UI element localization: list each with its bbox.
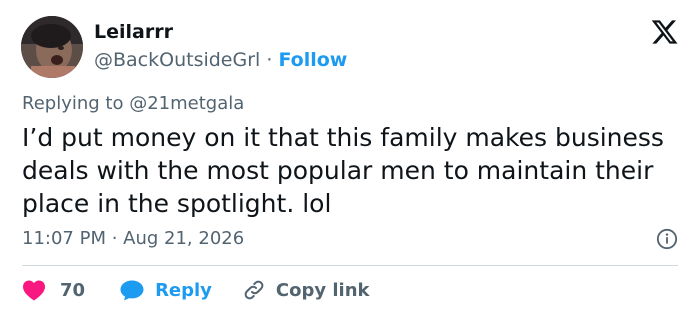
reply-button[interactable]: Reply (119, 279, 212, 301)
reply-target-handle[interactable]: @21metgala (129, 93, 244, 114)
copy-link-button[interactable]: Copy link (242, 278, 370, 302)
divider (22, 265, 678, 266)
copy-link-label: Copy link (275, 279, 370, 301)
author-handle-row: @BackOutsideGrl · Follow (94, 48, 347, 72)
separator-dot: · (266, 49, 273, 71)
reply-label: Reply (155, 279, 212, 301)
follow-button[interactable]: Follow (278, 49, 347, 71)
link-icon (244, 280, 264, 300)
avatar-image (21, 16, 83, 78)
author-display-name[interactable]: Leilarrr (94, 20, 173, 44)
author-handle[interactable]: @BackOutsideGrl (94, 49, 260, 71)
tweet-timestamp[interactable]: 11:07 PM · Aug 21, 2026 (22, 227, 244, 251)
like-button[interactable]: 70 (22, 279, 85, 301)
reply-context: Replying to @21metgala (22, 92, 244, 116)
info-icon[interactable] (656, 228, 678, 250)
heart-icon (23, 280, 45, 301)
avatar[interactable] (21, 16, 83, 78)
reply-bubble-icon (120, 280, 144, 301)
x-logo-icon[interactable] (650, 18, 678, 46)
action-bar: 70 Reply Copy link (22, 277, 370, 303)
reply-context-prefix: Replying to (22, 93, 124, 114)
like-count: 70 (60, 279, 86, 301)
tweet-text: I’d put money on it that this family mak… (22, 123, 664, 218)
